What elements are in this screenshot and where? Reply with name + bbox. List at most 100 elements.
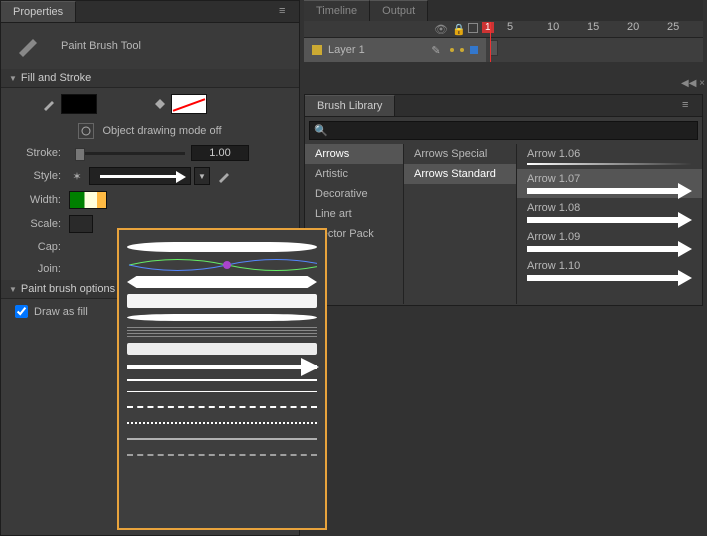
brush-preview [527, 246, 678, 252]
join-label: Join: [11, 263, 61, 275]
brush-item-label: Arrow 1.09 [527, 231, 692, 243]
brush-subcategory-list: Arrows SpecialArrows Standard [404, 144, 517, 304]
stroke-row: Stroke: [1, 142, 299, 164]
brush-preview [527, 188, 678, 194]
brush-item[interactable]: Arrow 1.07 [517, 169, 702, 198]
brush-preset[interactable] [127, 314, 317, 321]
brush-item[interactable]: Arrow 1.09 [517, 227, 702, 256]
width-profile-swatch[interactable] [69, 191, 107, 209]
frame-tick: 15 [587, 21, 599, 33]
brush-preview [527, 217, 678, 223]
cap-option[interactable] [69, 239, 85, 255]
brush-preset[interactable] [127, 343, 317, 355]
brush-style-icon[interactable]: ✶ [69, 168, 85, 184]
brush-icon [15, 35, 43, 57]
brush-preset[interactable] [127, 258, 317, 270]
timeline-layers: Layer 1 ✎ [304, 37, 703, 62]
brush-preset[interactable] [127, 454, 317, 456]
brush-item-label: Arrow 1.08 [527, 202, 692, 214]
brush-category-item[interactable]: Arrows [305, 144, 403, 164]
brush-library-tab[interactable]: Brush Library [305, 95, 395, 116]
bucket-icon[interactable] [151, 96, 167, 112]
fill-color-swatch[interactable] [171, 94, 207, 114]
style-row: Style: ✶ ▼ [1, 164, 299, 188]
brush-preset[interactable] [127, 422, 317, 424]
properties-tabrow: Properties ≡ [1, 1, 299, 23]
frame-tick: 25 [667, 21, 679, 33]
obj-draw-row: Object drawing mode off [1, 120, 299, 142]
layer-vis-dot[interactable] [450, 48, 454, 52]
output-tab[interactable]: Output [370, 0, 428, 21]
layer-row[interactable]: Layer 1 ✎ [304, 38, 486, 62]
scale-dropdown[interactable] [69, 215, 93, 233]
brush-preset[interactable] [127, 242, 317, 252]
brush-preset[interactable] [127, 327, 317, 337]
brush-preview [527, 163, 692, 165]
scale-label: Scale: [11, 218, 61, 230]
style-label: Style: [11, 170, 61, 182]
frame-tick: 20 [627, 21, 639, 33]
brush-search[interactable]: 🔍 [309, 121, 698, 140]
pencil-icon[interactable] [41, 96, 57, 112]
stroke-color-swatch[interactable] [61, 94, 97, 114]
style-flyout[interactable] [117, 228, 327, 530]
layer-pencil-icon: ✎ [428, 42, 444, 58]
brush-preset[interactable] [127, 294, 317, 308]
brush-preset-arrow[interactable] [127, 365, 317, 369]
collapse-icon[interactable]: ◀◀ × [679, 78, 707, 94]
style-dropdown-button[interactable]: ▼ [194, 167, 210, 185]
brush-item-label: Arrow 1.06 [527, 148, 692, 160]
outline-icon[interactable] [468, 23, 478, 33]
brush-preset[interactable] [127, 391, 317, 392]
brush-preset[interactable] [127, 379, 317, 381]
brush-category-item[interactable]: Artistic [305, 164, 403, 184]
brush-preset[interactable] [127, 276, 317, 288]
frame-tick: 5 [507, 21, 513, 33]
brush-item[interactable]: Arrow 1.06 [517, 144, 702, 169]
edit-style-icon[interactable] [216, 168, 232, 184]
layer-lock-dot[interactable] [460, 48, 464, 52]
brush-item-label: Arrow 1.07 [527, 173, 692, 185]
brushlib-columns: ArrowsArtisticDecorativeLine artVector P… [305, 144, 702, 304]
layer-outline-dot[interactable] [470, 46, 478, 54]
object-drawing-label: Object drawing mode off [102, 125, 221, 137]
stroke-label: Stroke: [11, 147, 61, 159]
brush-subcategory-item[interactable]: Arrows Special [404, 144, 516, 164]
brush-preset[interactable] [127, 438, 317, 440]
frame-tick: 10 [547, 21, 559, 33]
brush-preview [527, 275, 678, 281]
style-swatch[interactable] [89, 167, 191, 185]
brush-category-item[interactable]: Line art [305, 204, 403, 224]
timeline-panel: Timeline Output 👁 🔒 1 5 10 15 20 25 Laye… [304, 0, 703, 62]
keyframe[interactable] [490, 40, 498, 56]
brush-category-item[interactable]: Decorative [305, 184, 403, 204]
lock-icon[interactable]: 🔒 [452, 23, 466, 36]
section-fill-stroke[interactable]: Fill and Stroke [1, 69, 299, 88]
brush-library-panel: Brush Library ≡ 🔍 ArrowsArtisticDecorati… [304, 94, 703, 306]
brush-preset[interactable] [127, 406, 317, 408]
frame-current: 1 [482, 22, 494, 33]
width-label: Width: [11, 194, 61, 206]
visibility-icon[interactable]: 👁 [434, 23, 448, 36]
draw-as-fill-checkbox[interactable] [15, 305, 28, 318]
brush-item[interactable]: Arrow 1.08 [517, 198, 702, 227]
stroke-slider[interactable] [75, 152, 185, 155]
object-drawing-icon[interactable] [78, 123, 94, 139]
join-option[interactable] [69, 261, 85, 277]
playhead[interactable] [490, 22, 491, 62]
tool-name: Paint Brush Tool [61, 40, 141, 52]
properties-tab[interactable]: Properties [1, 1, 76, 22]
brush-item-label: Arrow 1.10 [527, 260, 692, 272]
cap-label: Cap: [11, 241, 61, 253]
width-row: Width: [1, 188, 299, 212]
timeline-header: 👁 🔒 1 5 10 15 20 25 [304, 21, 703, 37]
frames-area[interactable] [486, 38, 703, 62]
brush-item[interactable]: Arrow 1.10 [517, 256, 702, 285]
panel-menu-icon[interactable]: ≡ [279, 5, 295, 17]
brush-subcategory-item[interactable]: Arrows Standard [404, 164, 516, 184]
stroke-value-input[interactable] [191, 145, 249, 161]
layer-color-icon [312, 45, 322, 55]
fill-stroke-swatches [1, 88, 299, 120]
panel-menu-icon[interactable]: ≡ [682, 99, 698, 111]
timeline-tab[interactable]: Timeline [304, 0, 370, 21]
